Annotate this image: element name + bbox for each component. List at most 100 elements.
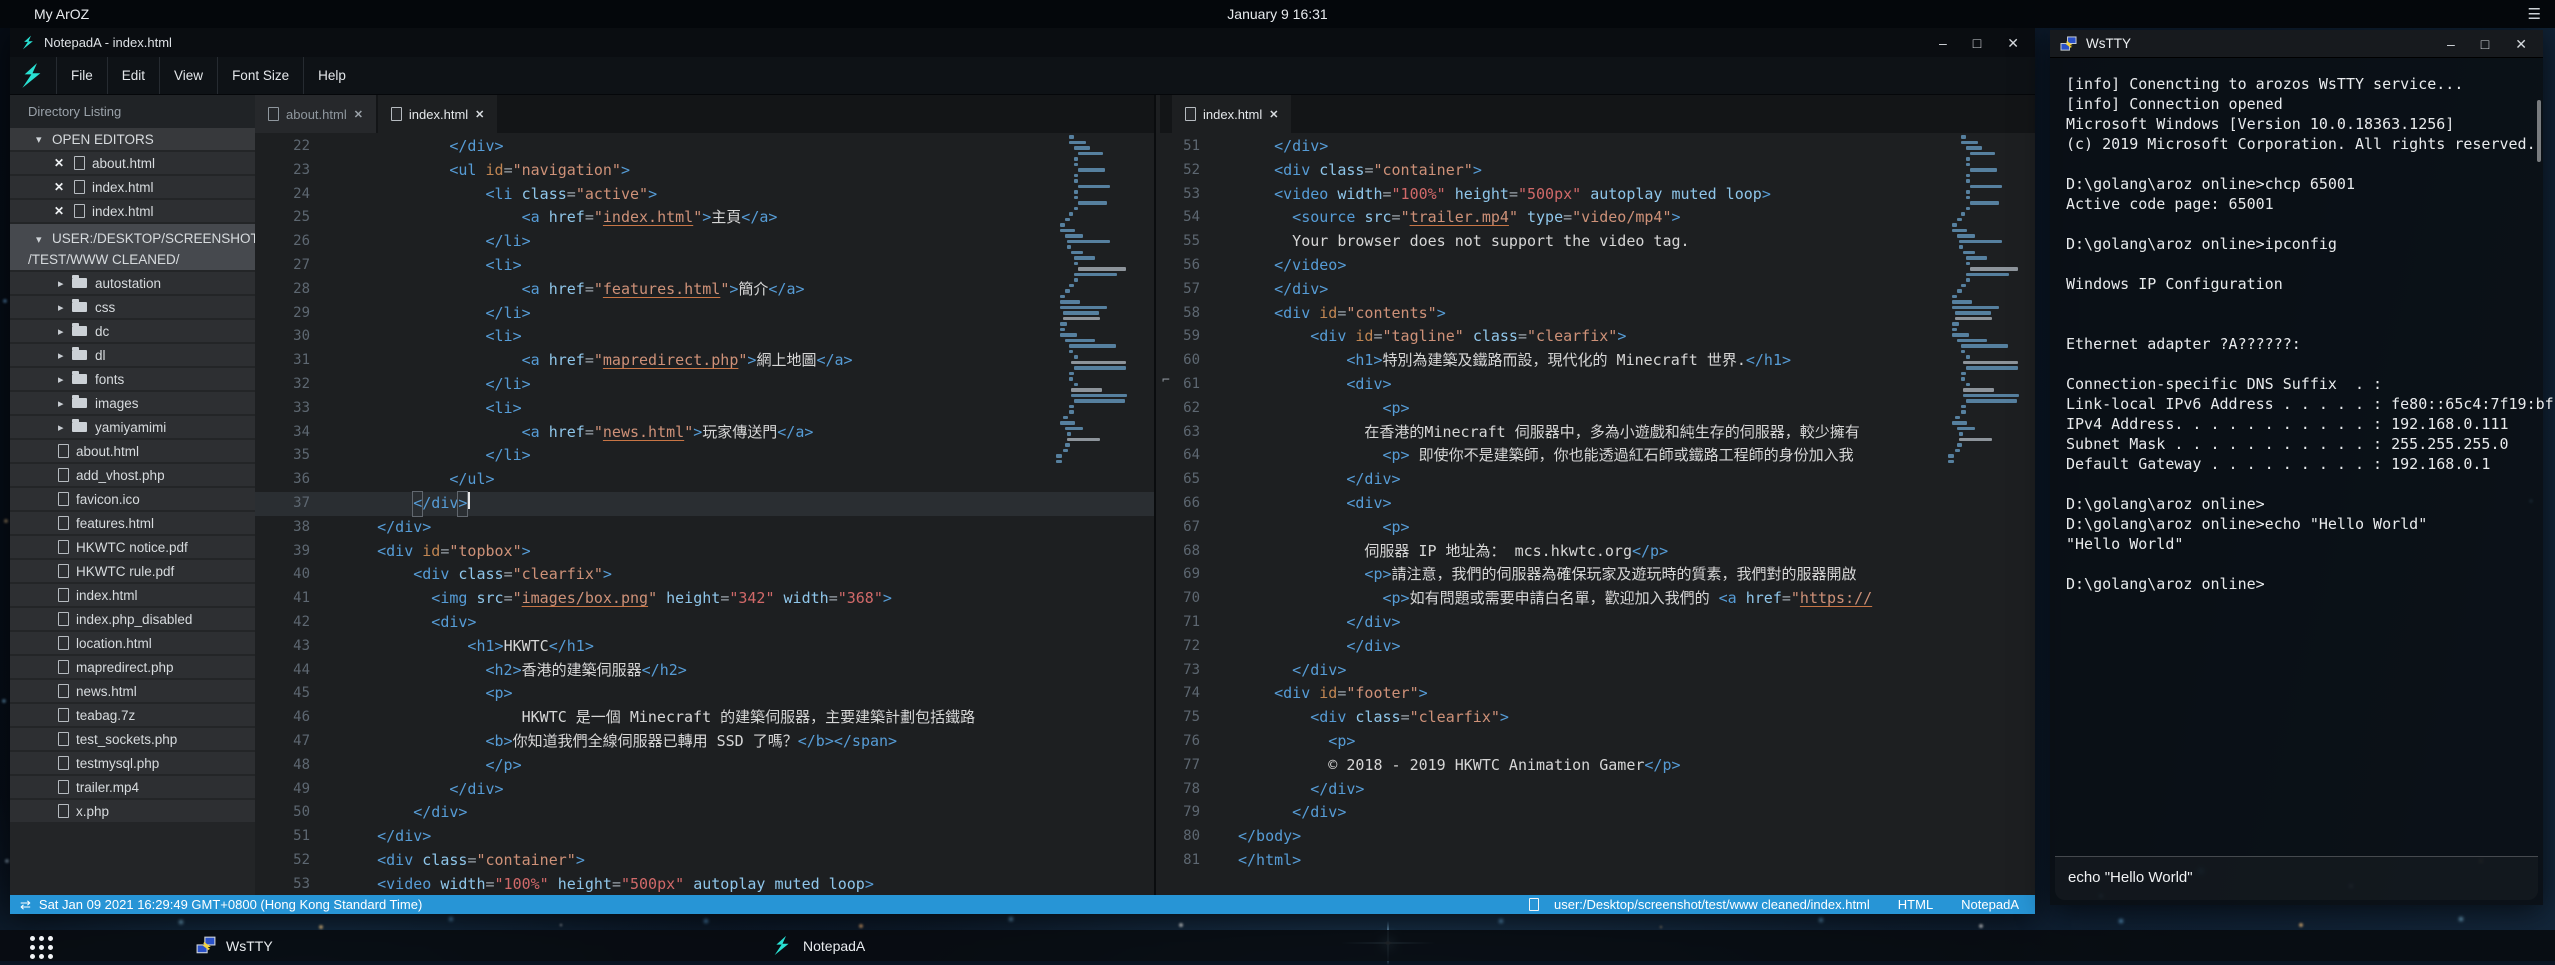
wstty-titlebar[interactable]: WsTTY – □ ✕ [2050,30,2543,58]
line-number: 69 [1160,563,1200,587]
tab-close-icon[interactable]: ✕ [1269,108,1278,121]
line-number: 46 [255,706,310,730]
line-number: 66 [1160,492,1200,516]
line-number: 44 [255,659,310,683]
file-label: x.php [76,804,109,819]
file-item-index.html[interactable]: index.html [10,584,255,606]
folder-item-dl[interactable]: ▸dl [10,344,255,366]
terminal-input[interactable]: echo "Hello World" [2055,856,2538,900]
file-item-x.php[interactable]: x.php [10,800,255,822]
tab-close-icon[interactable]: ✕ [475,108,484,121]
terminal-body[interactable]: [info] Conencting to arozos WsTTY servic… [2050,58,2543,905]
code-line: 26 </li> [255,230,1154,254]
tab-close-icon[interactable]: ✕ [354,108,363,121]
file-item-news.html[interactable]: news.html [10,680,255,702]
file-icon [1529,898,1539,911]
folder-label: dc [95,324,109,339]
file-item-index.php_disabled[interactable]: index.php_disabled [10,608,255,630]
close-icon[interactable]: ✕ [2007,36,2019,50]
file-label: mapredirect.php [76,660,174,675]
minimize-icon[interactable]: – [1939,36,1947,50]
open-editor-item[interactable]: ✕index.html [10,176,255,198]
status-language[interactable]: HTML [1898,897,1933,912]
file-item-teabag.7z[interactable]: teabag.7z [10,704,255,726]
fold-icon[interactable]: ⌐ [1162,373,1170,388]
file-item-HKWTC-notice.pdf[interactable]: HKWTC notice.pdf [10,536,255,558]
line-number: 65 [1160,468,1200,492]
tree-header-open-editors[interactable]: ▾OPEN EDITORS [10,128,255,150]
folder-item-autostation[interactable]: ▸autostation [10,272,255,294]
folder-item-yamiyamimi[interactable]: ▸yamiyamimi [10,416,255,438]
file-item-mapredirect.php[interactable]: mapredirect.php [10,656,255,678]
code-line: 61 <div> [1160,373,2035,397]
folder-item-css[interactable]: ▸css [10,296,255,318]
minimap-right[interactable] [1948,135,2030,465]
code-line: 51 </div> [1160,135,2035,159]
file-icon [58,468,69,482]
folder-icon [72,302,87,312]
tab-index.html[interactable]: index.html✕ [378,95,497,133]
app-launcher-icon[interactable] [30,936,53,959]
menu-item-help[interactable]: Help [303,57,360,94]
line-number: 32 [255,373,310,397]
file-item-trailer.mp4[interactable]: trailer.mp4 [10,776,255,798]
taskbar-item-notepada[interactable]: NotepadA [772,930,865,961]
code-line: 81</html> [1160,849,2035,873]
wstty-title: WsTTY [2086,36,2131,51]
line-number: 64 [1160,444,1200,468]
file-item-test_sockets.php[interactable]: test_sockets.php [10,728,255,750]
code-editor-right[interactable]: 51 </div>52 <div class="container">53 <v… [1160,133,2035,895]
line-number: 23 [255,159,310,183]
file-icon [58,732,69,746]
file-item-about.html[interactable]: about.html [10,440,255,462]
line-number: 39 [255,540,310,564]
taskbar-item-wstty[interactable]: WsTTY [196,930,273,961]
menu-item-edit[interactable]: Edit [107,57,159,94]
code-line: 76 <p> [1160,730,2035,754]
menu-item-file[interactable]: File [56,57,107,94]
menu-item-view[interactable]: View [159,57,217,94]
code-editor-left[interactable]: 22 </div>23 <ul id="navigation">24 <li c… [255,133,1154,895]
file-icon [74,156,85,170]
folder-item-images[interactable]: ▸images [10,392,255,414]
minimize-icon[interactable]: – [2447,37,2455,51]
line-number: 57 [1160,278,1200,302]
close-icon[interactable]: ✕ [2515,37,2527,51]
maximize-icon[interactable]: □ [2481,37,2489,51]
open-editor-item[interactable]: ✕about.html [10,152,255,174]
editor-pane-right[interactable]: index.html✕ 51 </div>52 <div class="cont… [1160,95,2035,895]
file-icon [58,684,69,698]
chevron-right-icon: ▸ [58,349,72,362]
file-label: HKWTC rule.pdf [76,564,174,579]
terminal-scrollbar[interactable] [2537,100,2541,162]
system-menu-icon[interactable]: ☰ [2528,5,2541,23]
line-number: 78 [1160,778,1200,802]
menu-item-font-size[interactable]: Font Size [217,57,303,94]
folder-label: images [95,396,139,411]
minimap-left[interactable] [1056,135,1138,465]
file-item-HKWTC-rule.pdf[interactable]: HKWTC rule.pdf [10,560,255,582]
line-number: 71 [1160,611,1200,635]
file-item-location.html[interactable]: location.html [10,632,255,654]
code-line: 65 </div> [1160,468,2035,492]
line-number: 25 [255,206,310,230]
open-editor-item[interactable]: ✕index.html [10,200,255,222]
notepada-titlebar[interactable]: NotepadA - index.html – □ ✕ [10,28,2035,57]
line-number: 34 [255,421,310,445]
editor-pane-left[interactable]: about.html✕index.html✕ 22 </div>23 <ul i… [255,95,1156,895]
tab-about.html[interactable]: about.html✕ [255,95,376,133]
clock: January 9 16:31 [0,6,2555,22]
code-line: 59 <div id="tagline" class="clearfix"> [1160,325,2035,349]
line-number: 55 [1160,230,1200,254]
folder-item-fonts[interactable]: ▸fonts [10,368,255,390]
file-item-testmysql.php[interactable]: testmysql.php [10,752,255,774]
file-item-favicon.ico[interactable]: favicon.ico [10,488,255,510]
folder-item-dc[interactable]: ▸dc [10,320,255,342]
tab-index.html[interactable]: index.html✕ [1172,95,1291,133]
file-item-add_vhost.php[interactable]: add_vhost.php [10,464,255,486]
file-item-features.html[interactable]: features.html [10,512,255,534]
tree-workspace-root[interactable]: ▾USER:/DESKTOP/SCREENSHOT/TEST/WWW CLEAN… [10,224,255,270]
maximize-icon[interactable]: □ [1973,36,1981,50]
chevron-right-icon: ▸ [58,421,72,434]
notepada-logo-icon [21,35,36,50]
